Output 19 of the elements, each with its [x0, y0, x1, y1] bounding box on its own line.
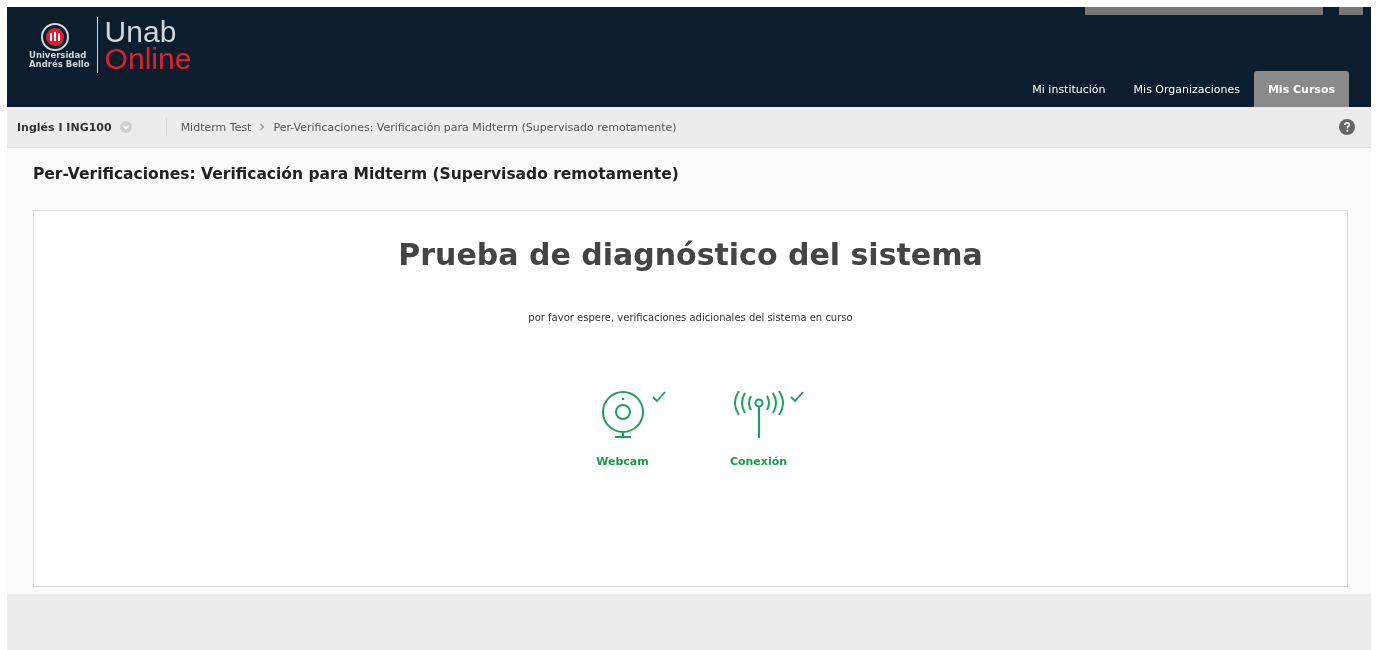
university-name: Andrés Bello: [29, 60, 90, 69]
help-icon[interactable]: [1339, 119, 1355, 135]
nav-tab[interactable]: Mi institución: [1018, 71, 1120, 107]
seal-icon: [40, 22, 70, 52]
course-link[interactable]: Inglés I ING100: [17, 120, 112, 134]
check-label: Webcam: [596, 455, 649, 468]
nav-tab[interactable]: Mis Organizaciones: [1119, 71, 1254, 107]
page-title: Per-Verificaciones: Verificación para Midterm (Supervisado remotamente): [33, 165, 680, 183]
status-message: por favor espere, verificaciones adicionales del sistema en curso: [528, 312, 853, 323]
chevron-right-icon: [259, 123, 266, 131]
breadcrumb-link[interactable]: Midterm Test: [180, 120, 252, 134]
antenna-icon: [733, 391, 784, 439]
check-label: Conexión: [729, 455, 788, 468]
university-name: Universidad: [29, 51, 88, 60]
webcam-icon: [599, 391, 646, 439]
panel-heading: Prueba de diagnóstico del sistema: [398, 237, 983, 272]
chevron-down-icon[interactable]: [119, 121, 132, 133]
brand-name: Online: [104, 45, 192, 72]
brand-name: Unab: [104, 18, 177, 45]
